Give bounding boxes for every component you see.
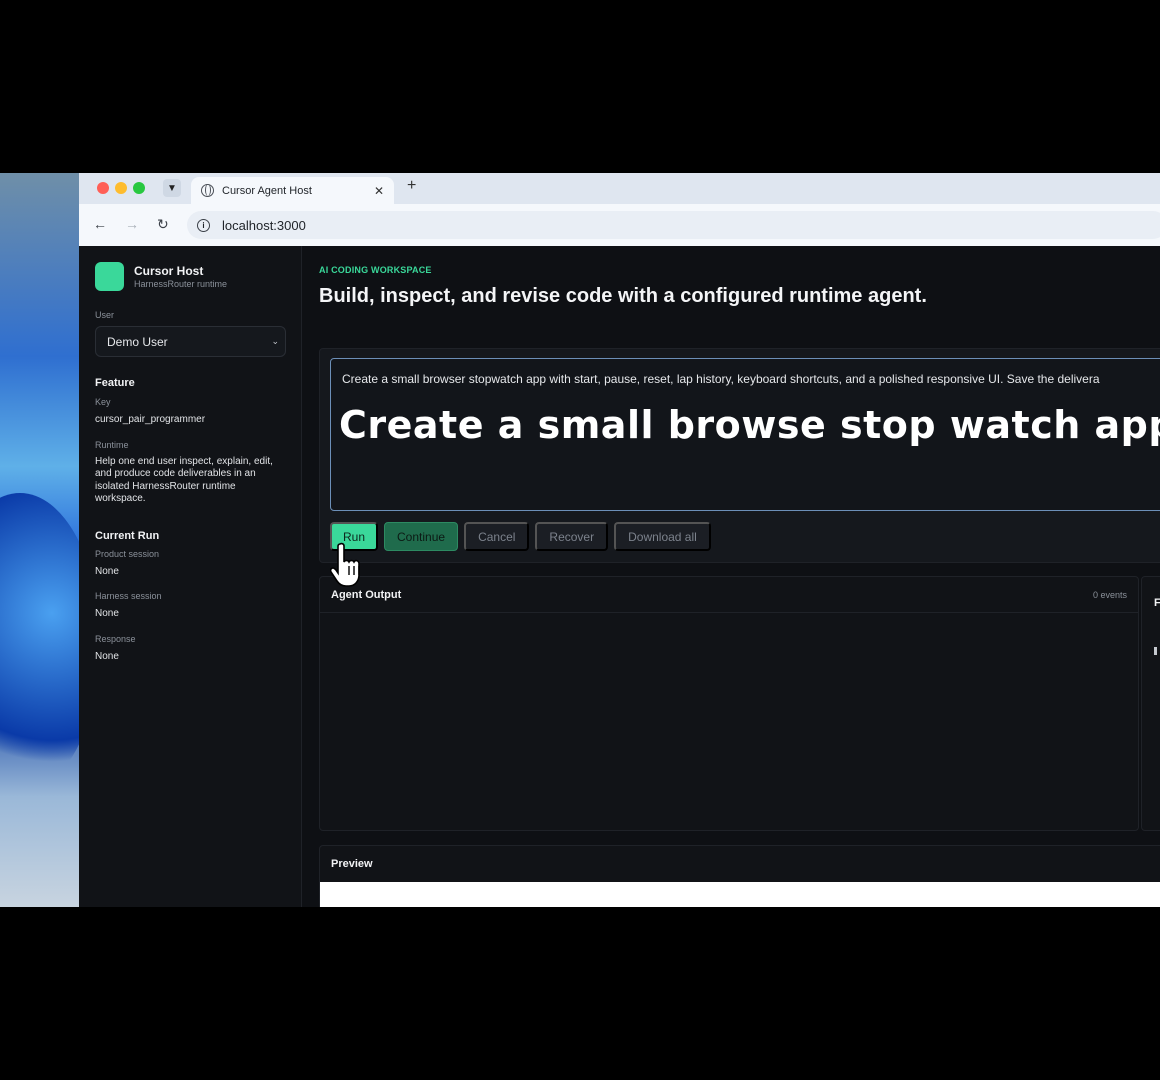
chevron-down-icon: ⌄ bbox=[271, 336, 279, 346]
preview-panel: Preview bbox=[319, 845, 1160, 907]
url-text: localhost:3000 bbox=[222, 217, 306, 233]
composer-card: Create a small browser stopwatch app wit… bbox=[319, 348, 1160, 563]
minimize-window-button[interactable] bbox=[115, 182, 127, 194]
files-panel-marker bbox=[1154, 647, 1157, 655]
chevron-down-icon: ▼ bbox=[167, 182, 177, 194]
action-bar: Run Continue Cancel Recover Download all bbox=[330, 522, 711, 551]
info-icon[interactable]: i bbox=[197, 218, 210, 232]
tab-list-button[interactable]: ▼ bbox=[163, 179, 181, 197]
tab-title: Cursor Agent Host bbox=[222, 184, 312, 197]
brand-name: Cursor Host bbox=[134, 264, 204, 278]
download-all-button[interactable]: Download all bbox=[614, 522, 711, 551]
eyebrow-label: AI CODING WORKSPACE bbox=[319, 265, 432, 275]
back-arrow-icon[interactable]: ← bbox=[93, 216, 107, 232]
runtime-value: Help one end user inspect, explain, edit… bbox=[95, 455, 273, 505]
hand-cursor-icon bbox=[330, 542, 360, 587]
response-value: None bbox=[95, 650, 119, 662]
runtime-label: Runtime bbox=[95, 439, 129, 450]
key-label: Key bbox=[95, 397, 111, 407]
desktop-wallpaper bbox=[0, 173, 80, 907]
maximize-window-button[interactable] bbox=[133, 182, 145, 194]
sidebar: Cursor Host HarnessRouter runtime User D… bbox=[79, 246, 302, 907]
address-bar[interactable]: i localhost:3000 bbox=[187, 211, 1160, 239]
harness-session-label: Harness session bbox=[95, 591, 162, 601]
reload-icon[interactable]: ↻ bbox=[157, 216, 169, 233]
recover-button[interactable]: Recover bbox=[535, 522, 609, 551]
tab-close-button[interactable]: ✕ bbox=[374, 184, 384, 198]
preview-title: Preview bbox=[331, 858, 373, 870]
cancel-button[interactable]: Cancel bbox=[464, 522, 530, 551]
user-label: User bbox=[95, 310, 115, 320]
continue-button[interactable]: Continue bbox=[384, 522, 459, 551]
events-count: 0 events bbox=[1092, 589, 1127, 600]
user-select[interactable]: Demo User ⌄ bbox=[95, 326, 286, 357]
product-session-label: Product session bbox=[95, 548, 160, 559]
tab-strip: ▼ Cursor Agent Host ✕ + bbox=[79, 173, 1160, 204]
current-run-heading: Current Run bbox=[95, 529, 160, 542]
brand-subtitle: HarnessRouter runtime bbox=[134, 279, 228, 289]
main-content: AI CODING WORKSPACE Build, inspect, and … bbox=[303, 246, 1160, 907]
preview-frame[interactable] bbox=[320, 882, 1160, 907]
product-session-value: None bbox=[95, 565, 119, 577]
prompt-input[interactable]: Create a small browser stopwatch app wit… bbox=[330, 358, 1160, 511]
response-label: Response bbox=[95, 633, 136, 644]
harness-session-value: None bbox=[95, 608, 119, 619]
caption-overlay: Create a small browse stop watch app bbox=[339, 403, 1160, 447]
key-value: cursor_pair_programmer bbox=[95, 414, 206, 425]
app-root: Cursor Host HarnessRouter runtime User D… bbox=[79, 246, 1160, 907]
agent-output-title: Agent Output bbox=[331, 588, 402, 601]
new-tab-button[interactable]: + bbox=[407, 177, 416, 195]
feature-heading: Feature bbox=[95, 377, 135, 389]
close-window-button[interactable] bbox=[97, 182, 109, 194]
prompt-text: Create a small browser stopwatch app wit… bbox=[342, 372, 1100, 386]
user-select-value: Demo User bbox=[107, 334, 168, 349]
agent-output-panel: Agent Output 0 events bbox=[319, 576, 1139, 831]
files-panel: F bbox=[1141, 576, 1160, 831]
page-title: Build, inspect, and revise code with a c… bbox=[319, 285, 927, 307]
brand-logo bbox=[95, 262, 124, 291]
files-panel-title: F bbox=[1154, 597, 1160, 609]
globe-icon bbox=[201, 184, 214, 197]
browser-toolbar: ← → ↻ i localhost:3000 bbox=[79, 204, 1160, 246]
browser-window: ▼ Cursor Agent Host ✕ + ← → ↻ i localhos… bbox=[79, 173, 1160, 907]
brand: Cursor Host HarnessRouter runtime bbox=[95, 262, 285, 291]
agent-output-header: Agent Output 0 events bbox=[320, 577, 1138, 613]
forward-arrow-icon[interactable]: → bbox=[125, 216, 139, 232]
tab-cursor-agent-host[interactable]: Cursor Agent Host ✕ bbox=[191, 177, 394, 204]
